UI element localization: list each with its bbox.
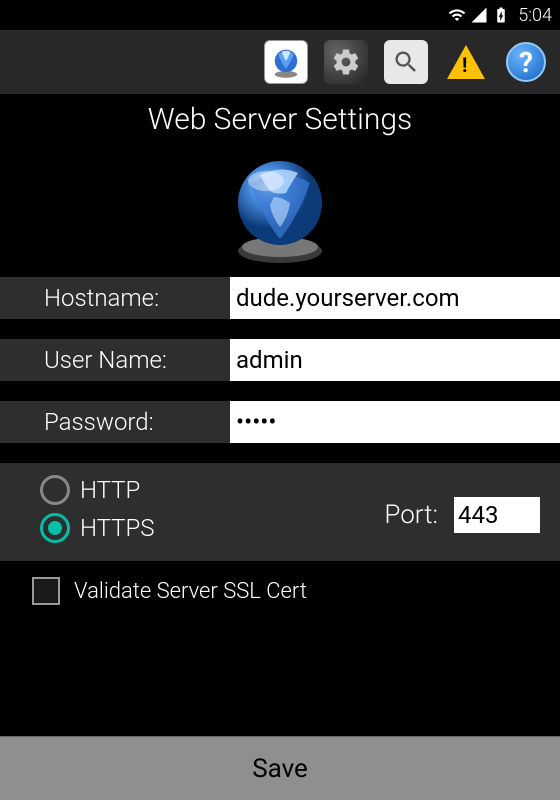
warning-icon — [447, 45, 485, 79]
battery-charging-icon — [492, 6, 510, 24]
validate-ssl-label: Validate Server SSL Cert — [74, 579, 307, 604]
android-status-bar: 5:04 — [0, 0, 560, 30]
validate-ssl-checkbox[interactable]: Validate Server SSL Cert — [0, 561, 560, 625]
wifi-icon — [448, 6, 466, 24]
password-row: Password: — [0, 401, 560, 443]
signal-icon — [470, 6, 488, 24]
radio-https-label: HTTPS — [80, 514, 155, 542]
password-input[interactable] — [230, 401, 560, 443]
tab-warning-icon[interactable] — [444, 40, 488, 84]
username-input[interactable] — [230, 339, 560, 381]
port-label: Port: — [384, 500, 438, 530]
hostname-label: Hostname: — [0, 277, 230, 319]
port-block: Port: — [384, 497, 540, 533]
radio-http-circle — [40, 475, 70, 505]
magnifier-icon — [392, 48, 420, 76]
username-row: User Name: — [0, 339, 560, 381]
username-label: User Name: — [0, 339, 230, 381]
password-label: Password: — [0, 401, 230, 443]
hero-globe — [0, 141, 560, 277]
hostname-row: Hostname: — [0, 277, 560, 319]
hostname-input[interactable] — [230, 277, 560, 319]
tab-server-icon[interactable] — [264, 40, 308, 84]
protocol-section: HTTP HTTPS Port: — [0, 463, 560, 561]
port-input[interactable] — [454, 497, 540, 533]
radio-http-label: HTTP — [80, 476, 140, 504]
radio-https[interactable]: HTTPS — [40, 513, 384, 543]
status-time: 5:04 — [518, 5, 552, 26]
gear-icon — [331, 47, 361, 77]
globe-large-icon — [220, 147, 340, 267]
radio-http[interactable]: HTTP — [40, 475, 384, 505]
radio-https-circle — [40, 513, 70, 543]
globe-icon — [268, 44, 304, 80]
checkbox-box-icon — [32, 577, 60, 605]
settings-content: Web Server Settings Hostname: User Name:… — [0, 94, 560, 625]
save-button[interactable]: Save — [0, 736, 560, 800]
tab-settings-icon[interactable] — [324, 40, 368, 84]
tab-help-icon[interactable]: ? — [504, 40, 548, 84]
help-icon: ? — [506, 42, 546, 82]
tab-search-icon[interactable] — [384, 40, 428, 84]
page-title: Web Server Settings — [0, 94, 560, 141]
action-bar: ? — [0, 30, 560, 94]
protocol-radio-group: HTTP HTTPS — [40, 475, 384, 551]
